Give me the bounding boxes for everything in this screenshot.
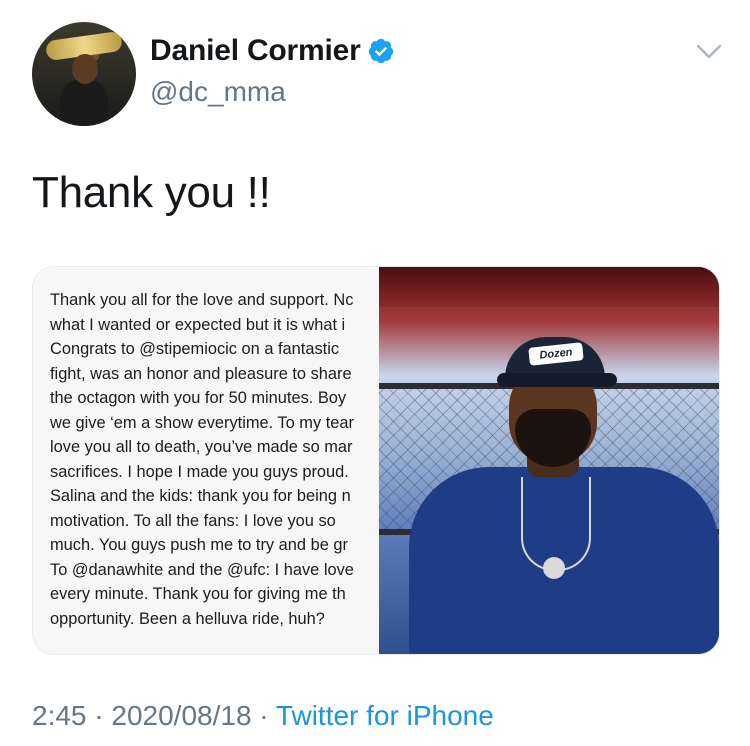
statement-line: motivation. To all the fans: I love you … [50,511,336,530]
tweet-source-link[interactable]: Twitter for iPhone [276,700,494,731]
statement-line: love you all to death, you’ve made so ma… [50,438,353,456]
display-name[interactable]: Daniel Cormier [150,34,361,68]
arena-lights [379,267,719,307]
tweet-media[interactable]: Thank you all for the love and support. … [32,266,720,655]
statement-line: opportunity. Been a helluva ride, huh? [50,609,325,628]
author-handle[interactable]: @dc_mma [150,76,286,108]
tweet-date[interactable]: 2020/08/18 [111,700,251,731]
statement-line: what I wanted or expected but it is what… [50,315,346,334]
statement-line: sacrifices. I hope I made you guys proud… [50,462,349,481]
statement-line: we give ‘em a show everytime. To my tear [50,413,354,432]
meta-separator: · [86,700,112,731]
statement-line: Congrats to @stipemiocic on a fantastic [50,340,340,358]
statement-line: Salina and the kids: thank you for being… [50,487,351,505]
avatar-head [72,54,98,84]
statement-line: To @danawhite and the @ufc: I have love [50,560,354,579]
tweet-text: Thank you !! [32,168,271,217]
statement-line: the octagon with you for 50 minutes. Boy [50,389,347,407]
author-name-row[interactable]: Daniel Cormier [150,34,395,68]
statement-image[interactable]: Thank you all for the love and support. … [33,267,377,654]
meta-separator: · [251,700,276,731]
avatar[interactable] [32,22,136,126]
verified-badge-icon [368,38,393,64]
statement-line: much. You guys push me to try and be gr [50,536,348,554]
photo-image[interactable]: Dozen [379,267,719,654]
tweet-meta: 2:45 · 2020/08/18 · Twitter for iPhone [32,700,494,732]
avatar-body [60,80,108,126]
tweet-time[interactable]: 2:45 [32,700,87,731]
statement-line: Thank you all for the love and support. … [50,291,354,309]
statement-line: every minute. Thank you for giving me th [50,585,346,603]
chevron-down-icon[interactable] [694,40,724,64]
pendant [543,557,565,579]
cap-brim [497,373,617,387]
statement-line: fight, was an honor and pleasure to shar… [50,364,352,383]
